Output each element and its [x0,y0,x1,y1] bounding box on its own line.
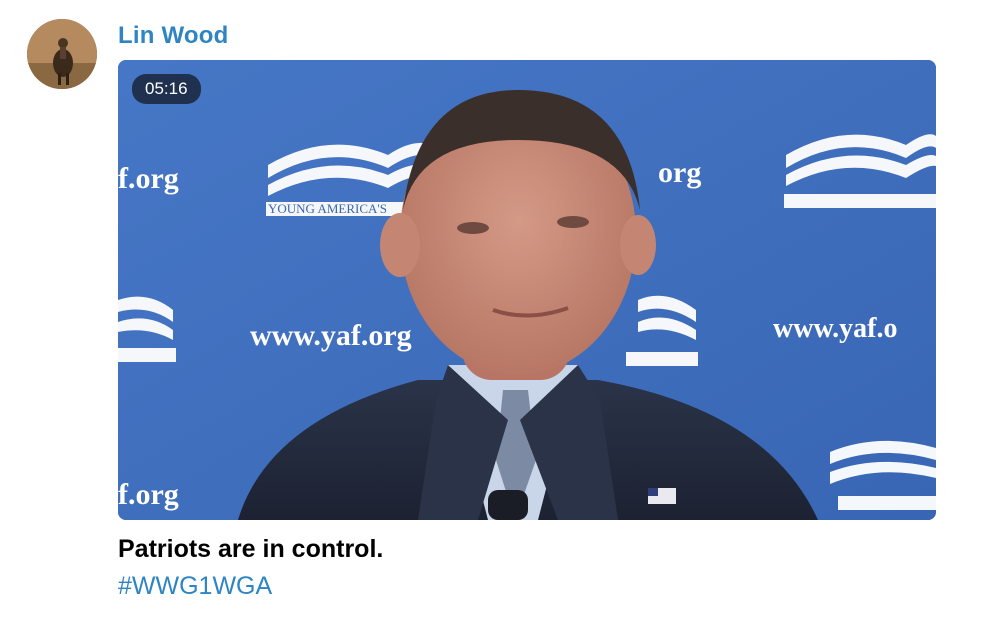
video-duration-badge: 05:16 [132,74,201,104]
post-caption: Patriots are in control. [118,535,384,563]
backdrop-text: www.yaf.org [250,319,412,352]
backdrop-text: f.org [118,162,179,195]
horse-rider-icon [27,19,97,89]
author-avatar[interactable] [27,19,97,89]
backdrop-text: f.org [118,478,179,511]
backdrop-text: org [658,156,701,189]
hashtag-link[interactable]: #WWG1WGA [118,572,272,601]
video-player[interactable]: f.org org www.yaf.org www.yaf.o f.org YO… [118,60,936,520]
author-name[interactable]: Lin Wood [118,22,228,50]
backdrop-logo-text: YOUNG AMERICA'S [268,201,387,216]
backdrop-text: www.yaf.o [773,313,897,344]
video-thumbnail: f.org org www.yaf.org www.yaf.o f.org YO… [118,60,936,520]
post: Lin Wood f.org org www.yaf.org www.yaf.o… [0,0,1000,630]
